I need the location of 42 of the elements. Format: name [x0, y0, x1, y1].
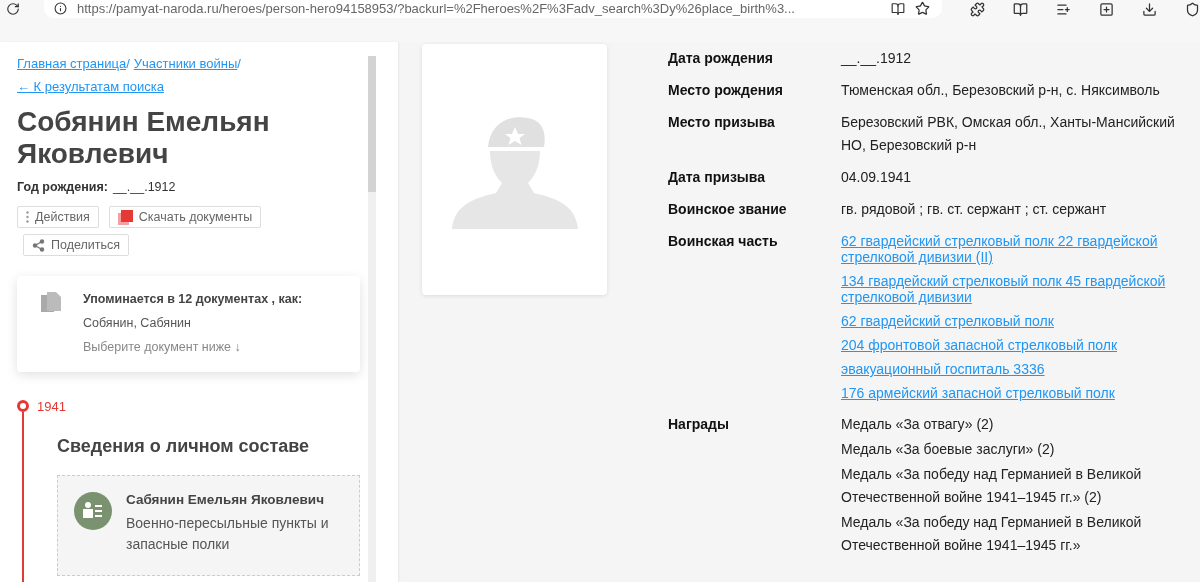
url-text: https://pamyat-naroda.ru/heroes/person-hero94158953/?backurl=%2Fheroes%2F%3Fadv_search%3Dy%26place_birth%3...	[77, 1, 796, 16]
back-link[interactable]: ← К результатам поиска	[17, 79, 368, 94]
birth-label: Год рождения:	[17, 180, 108, 194]
person-name: Собянин Емельян Яковлевич	[17, 106, 271, 170]
detail-value: Березовский РВК, Омская обл., Ханты-Мансийский НО, Березовский р-н	[841, 113, 1176, 155]
detail-label: Воинское звание	[668, 200, 788, 219]
detail-value: гв. рядовой ; гв. ст. сержант ; ст. сержант	[841, 200, 1108, 219]
action-button[interactable]: Действия	[17, 206, 99, 228]
unit-link[interactable]: эвакуационный госпиталь 3336	[841, 358, 1191, 380]
mentions-names: Собянин, Сабянин	[83, 316, 192, 330]
mentions-title: Упоминается в 12 документах , как:	[83, 292, 303, 306]
mentions-hint: Выберите документ ниже ↓	[83, 340, 242, 354]
detail-value: Медаль «За боевые заслуги» (2)	[841, 440, 1056, 459]
unit-link[interactable]: 134 гвардейский стрелковый полк 45 гвардейской стрелковой дивизии	[841, 270, 1191, 308]
detail-label: Место рождения	[668, 81, 784, 100]
unit-link[interactable]: 176 армейский запасной стрелковый полк	[841, 382, 1191, 404]
detail-label: Дата призыва	[668, 168, 767, 187]
detail-label: Место призыва	[668, 113, 776, 132]
unit-link[interactable]: 62 гвардейский стрелковый полк 22 гвардейской стрелковой дивизии (II)	[841, 230, 1191, 268]
breadcrumb-separator: /	[237, 56, 241, 71]
birth-value: __.__.1912	[112, 180, 176, 194]
detail-label: Воинская часть	[668, 232, 779, 251]
detail-value: Медаль «За победу над Германией в Великой Отечественной войне 1941–1945 гг.»	[841, 513, 1143, 555]
detail-value: Медаль «За победу над Германией в Великой Отечественной войне 1941–1945 гг.» (2)	[841, 465, 1143, 507]
breadcrumb-link[interactable]: Участники войны	[133, 56, 238, 71]
detail-value: Тюменская обл., Березовский р-н, с. Няксимволь	[841, 81, 1161, 100]
section-title: Сведения о личном составе	[57, 436, 311, 457]
record-category: Военно-пересыльные пункты и запасные полки	[126, 514, 330, 554]
detail-label: Награды	[668, 415, 730, 434]
breadcrumb-link[interactable]: Главная страница	[17, 56, 127, 71]
detail-label: Дата рождения	[668, 49, 775, 68]
action-button[interactable]: Скачать документы	[108, 206, 262, 228]
breadcrumb-separator: /	[126, 56, 130, 71]
unit-link[interactable]: 204 фронтовой запасной стрелковый полк	[841, 334, 1191, 356]
detail-value: 04.09.1941	[841, 168, 913, 187]
unit-link[interactable]: 62 гвардейский стрелковый полк	[841, 310, 1191, 332]
timeline-year: 1941	[37, 400, 67, 414]
action-button[interactable]: Поделиться	[23, 234, 130, 256]
detail-value: Медаль «За отвагу» (2)	[841, 415, 995, 434]
detail-value: __.__.1912	[841, 49, 913, 68]
record-card[interactable]: Сабянин Емельян Яковлевич Военно-пересыльные пункты и запасные полки	[57, 475, 360, 576]
record-name: Сабянин Емельян Яковлевич	[126, 492, 325, 507]
